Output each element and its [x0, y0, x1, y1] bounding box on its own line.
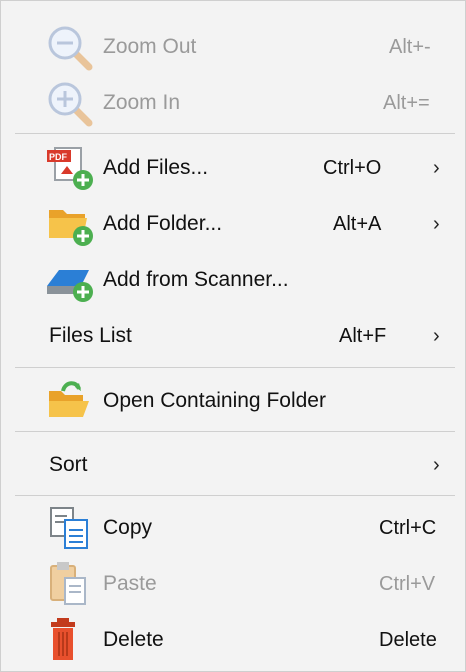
scanner-add-icon [45, 256, 97, 304]
shortcut-label: Ctrl+V [379, 573, 436, 595]
menu-item-label: Zoom Out [103, 35, 197, 58]
menu-item-zoom-out[interactable]: Zoom Out Alt+- [1, 19, 465, 75]
menu-item-copy[interactable]: Copy Ctrl+C [1, 500, 465, 556]
menu-item-label: Files List [49, 324, 132, 347]
separator [15, 495, 455, 496]
submenu-arrow-icon: › [433, 157, 440, 179]
menu-item-label: Zoom In [103, 91, 181, 114]
context-menu: Zoom Out Alt+- Zoom In Alt+= PDF Add Fil… [0, 0, 466, 672]
menu-item-label: Add Files... [103, 156, 209, 179]
shortcut-label: Delete [379, 629, 437, 651]
menu-item-label: Add Folder... [103, 212, 223, 235]
menu-item-label: Sort [49, 453, 88, 476]
menu-item-label: Delete [103, 628, 164, 651]
paste-icon [45, 560, 97, 608]
menu-item-paste[interactable]: Paste Ctrl+V [1, 556, 465, 612]
pdf-add-icon: PDF [45, 144, 97, 192]
menu-item-sort[interactable]: Sort › [1, 437, 465, 493]
open-folder-icon [45, 377, 97, 425]
shortcut-label: Alt+= [383, 92, 430, 114]
menu-item-label: Open Containing Folder [103, 389, 326, 412]
shortcut-label: Ctrl+O [323, 157, 382, 179]
zoom-out-icon [45, 23, 97, 71]
menu-item-zoom-in[interactable]: Zoom In Alt+= [1, 75, 465, 131]
menu-item-open-containing-folder[interactable]: Open Containing Folder [1, 373, 465, 429]
shortcut-label: Ctrl+C [379, 517, 437, 539]
menu-item-add-files[interactable]: PDF Add Files... Ctrl+O › [1, 140, 465, 196]
menu-item-files-list[interactable]: Files List Alt+F › [1, 308, 465, 364]
menu-item-label: Add from Scanner... [103, 268, 289, 291]
shortcut-label: Alt+A [333, 213, 382, 235]
menu-item-add-folder[interactable]: Add Folder... Alt+A › [1, 196, 465, 252]
trash-icon [45, 616, 97, 664]
menu-item-label: Copy [103, 516, 153, 539]
copy-icon [45, 504, 97, 552]
shortcut-label: Alt+- [389, 36, 431, 58]
separator [15, 367, 455, 368]
shortcut-label: Alt+F [339, 325, 387, 347]
zoom-in-icon [45, 79, 97, 127]
folder-add-icon [45, 200, 97, 248]
submenu-arrow-icon: › [433, 213, 440, 235]
menu-item-label: Paste [103, 572, 157, 595]
submenu-arrow-icon: › [433, 454, 440, 476]
separator [15, 431, 455, 432]
menu-item-add-scanner[interactable]: Add from Scanner... [1, 252, 465, 308]
separator [15, 133, 455, 134]
menu-item-delete[interactable]: Delete Delete [1, 612, 465, 668]
svg-text:PDF: PDF [49, 152, 68, 162]
submenu-arrow-icon: › [433, 325, 440, 347]
